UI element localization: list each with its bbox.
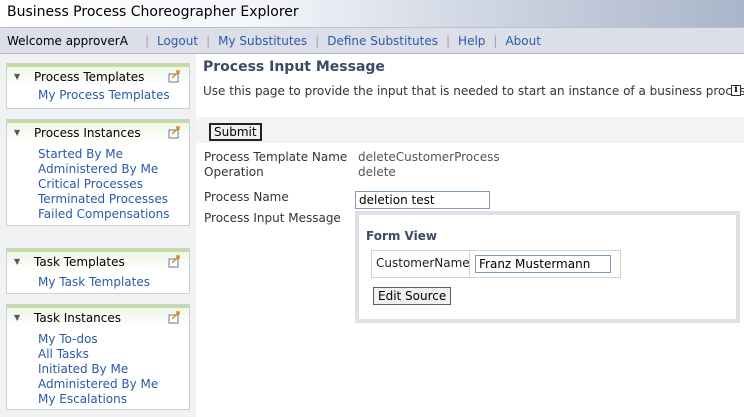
panel-title: Task Instances — [34, 311, 122, 325]
sidebar: ▼ Process Templates My Process Templates… — [0, 54, 196, 417]
title-bar: Business Process Choreographer Explorer — [0, 0, 744, 28]
customer-name-row: CustomerName — [371, 250, 621, 278]
top-nav: Welcome approverA | Logout | My Substitu… — [0, 28, 744, 54]
process-instances-panel: ▼ Process Instances Started By Me Admini… — [6, 119, 190, 226]
nav-separator: | — [144, 33, 149, 48]
action-bar — [196, 117, 744, 143]
panel-header: ▼ Process Instances — [7, 120, 189, 142]
operation-value: delete — [358, 165, 396, 179]
collapse-arrow-icon[interactable]: ▼ — [14, 128, 20, 137]
submit-button[interactable]: Submit — [209, 123, 262, 141]
welcome-text: Welcome approverA — [7, 33, 128, 48]
sidebar-item-initiated-by-me[interactable]: Initiated By Me — [38, 362, 189, 377]
template-name-label: Process Template Name — [204, 150, 348, 164]
form-view-title: Form View — [366, 229, 437, 243]
panel-header: ▼ Task Templates — [7, 249, 189, 271]
sidebar-item-administered-by-me[interactable]: Administered By Me — [38, 377, 189, 392]
sidebar-item-all-tasks[interactable]: All Tasks — [38, 347, 189, 362]
info-icon[interactable]: i — [731, 85, 741, 96]
sidebar-item-administered-by-me[interactable]: Administered By Me — [38, 162, 189, 177]
template-name-value: deleteCustomerProcess — [358, 150, 500, 164]
nav-separator: | — [446, 33, 451, 48]
customize-icon[interactable] — [168, 70, 181, 83]
panel-header: ▼ Task Instances — [7, 305, 189, 327]
nav-separator: | — [315, 33, 320, 48]
edit-source-button[interactable]: Edit Source — [373, 287, 452, 305]
about-link[interactable]: About — [505, 34, 540, 48]
help-link[interactable]: Help — [458, 34, 485, 48]
customize-icon[interactable] — [168, 126, 181, 139]
panel-title: Task Templates — [34, 255, 125, 269]
task-instances-panel: ▼ Task Instances My To-dos All Tasks Ini… — [6, 304, 190, 410]
customize-icon[interactable] — [168, 311, 181, 324]
collapse-arrow-icon[interactable]: ▼ — [14, 257, 20, 266]
collapse-arrow-icon[interactable]: ▼ — [14, 313, 20, 322]
nav-separator: | — [206, 33, 211, 48]
my-substitutes-link[interactable]: My Substitutes — [218, 34, 307, 48]
define-substitutes-link[interactable]: Define Substitutes — [327, 34, 438, 48]
page-description: Use this page to provide the input that … — [203, 84, 744, 98]
main-content: Process Input Message Use this page to p… — [196, 54, 744, 417]
sidebar-item-terminated-processes[interactable]: Terminated Processes — [38, 192, 189, 207]
process-templates-panel: ▼ Process Templates My Process Templates — [6, 63, 190, 109]
process-name-input[interactable] — [355, 191, 490, 209]
sidebar-item-started-by-me[interactable]: Started By Me — [38, 147, 189, 162]
operation-label: Operation — [204, 165, 264, 179]
panel-header: ▼ Process Templates — [7, 64, 189, 86]
customer-name-input[interactable] — [475, 255, 611, 273]
logout-link[interactable]: Logout — [157, 34, 198, 48]
nav-separator: | — [493, 33, 498, 48]
sidebar-item-my-to-dos[interactable]: My To-dos — [38, 332, 189, 347]
panel-title: Process Instances — [34, 126, 141, 140]
sidebar-item-my-process-templates[interactable]: My Process Templates — [38, 88, 189, 103]
page-title: Process Input Message — [203, 59, 385, 75]
sidebar-item-my-escalations[interactable]: My Escalations — [38, 392, 189, 407]
form-view-frame: Form View CustomerName Edit Source — [355, 211, 740, 323]
task-templates-panel: ▼ Task Templates My Task Templates — [6, 248, 190, 294]
sidebar-item-failed-compensations[interactable]: Failed Compensations — [38, 207, 189, 222]
process-name-label: Process Name — [204, 190, 289, 204]
customer-name-label: CustomerName — [372, 251, 470, 277]
panel-title: Process Templates — [34, 70, 145, 84]
sidebar-item-critical-processes[interactable]: Critical Processes — [38, 177, 189, 192]
input-message-label: Process Input Message — [204, 211, 341, 225]
collapse-arrow-icon[interactable]: ▼ — [14, 72, 20, 81]
customize-icon[interactable] — [168, 255, 181, 268]
app-title: Business Process Choreographer Explorer — [7, 4, 299, 20]
sidebar-item-my-task-templates[interactable]: My Task Templates — [38, 275, 189, 290]
